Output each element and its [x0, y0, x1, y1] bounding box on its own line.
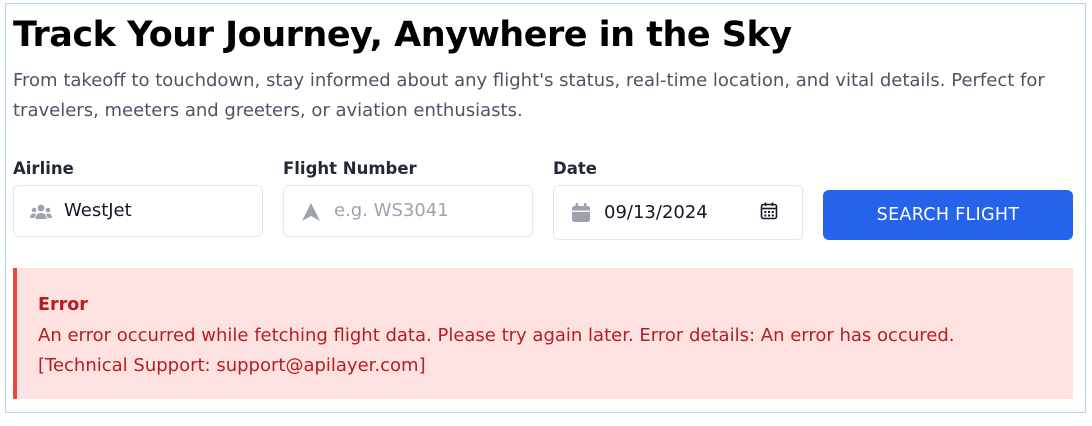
- search-flight-button[interactable]: SEARCH FLIGHT: [823, 190, 1073, 240]
- calendar-picker-icon[interactable]: [760, 202, 778, 220]
- date-label: Date: [553, 159, 597, 178]
- error-message: An error occurred while fetching flight …: [38, 325, 955, 376]
- date-field[interactable]: 09/13/2024: [553, 185, 803, 240]
- airline-value: WestJet: [64, 200, 132, 221]
- flight-number-field[interactable]: [283, 185, 533, 237]
- date-value: 09/13/2024: [604, 202, 708, 223]
- page-subtitle: From takeoff to touchdown, stay informed…: [13, 70, 1045, 121]
- flight-number-input[interactable]: [334, 186, 524, 236]
- error-alert: Error An error occurred while fetching f…: [13, 268, 1073, 399]
- airline-field[interactable]: WestJet: [13, 185, 263, 237]
- flight-number-label: Flight Number: [283, 159, 417, 178]
- users-icon: [30, 202, 52, 222]
- airline-label: Airline: [13, 159, 74, 178]
- page-title: Track Your Journey, Anywhere in the Sky: [13, 15, 792, 55]
- calendar-icon: [570, 203, 592, 223]
- plane-icon: [300, 202, 322, 222]
- error-title: Error: [38, 295, 88, 315]
